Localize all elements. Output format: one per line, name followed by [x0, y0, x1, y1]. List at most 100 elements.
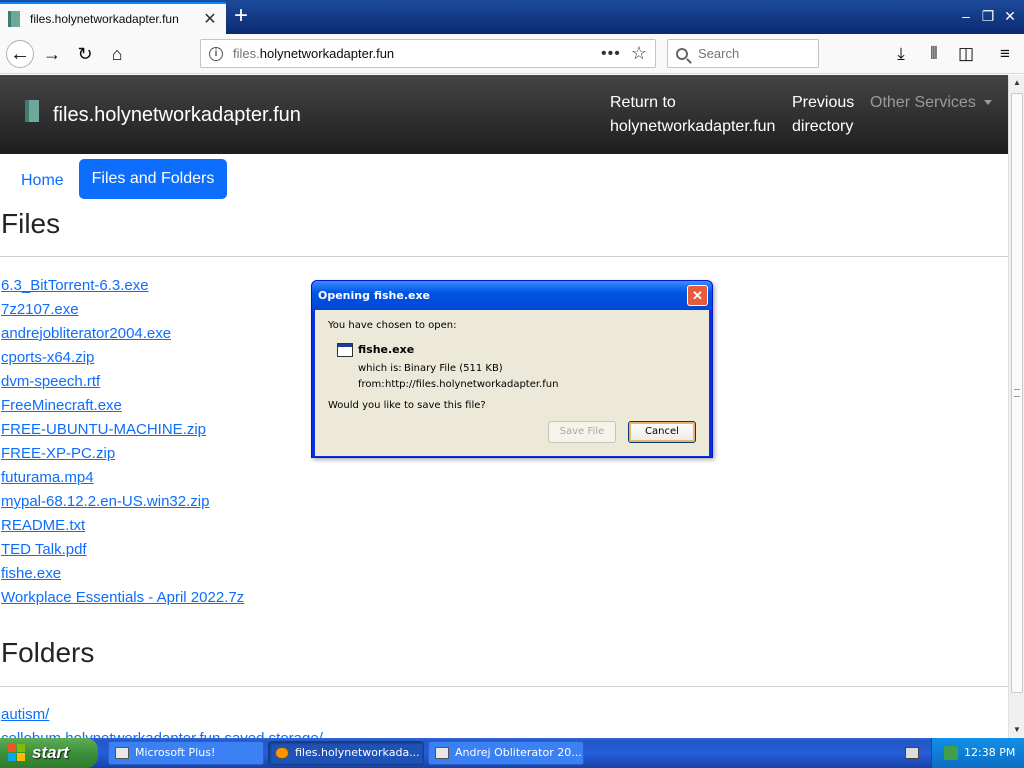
window-close-button[interactable]: ✕ — [1000, 6, 1020, 26]
scroll-grip-icon — [1014, 389, 1020, 397]
folder-link[interactable]: cellobum.holynetworkadapter.fun saved st… — [1, 730, 323, 738]
cancel-button[interactable]: Cancel — [628, 421, 696, 443]
app-window-icon — [115, 747, 129, 759]
sidebar-icon[interactable]: ◫ — [955, 43, 977, 65]
file-link[interactable]: README.txt — [1, 517, 85, 534]
divider — [0, 686, 1008, 687]
taskbar-item-microsoft-plus[interactable]: Microsoft Plus! — [108, 741, 264, 765]
file-link[interactable]: 7z2107.exe — [1, 301, 79, 318]
scroll-thumb[interactable] — [1011, 93, 1023, 693]
bookmark-star-icon[interactable]: ☆ — [631, 43, 647, 64]
taskbar-item-label: Andrej Obliterator 20... — [455, 746, 582, 759]
arrow-left-icon: ← — [10, 43, 30, 65]
new-tab-button[interactable]: + — [228, 2, 254, 32]
reload-icon: ↻ — [77, 44, 93, 64]
file-link[interactable]: Workplace Essentials - April 2022.7z — [1, 589, 244, 606]
save-file-button[interactable]: Save File — [548, 421, 616, 443]
scroll-up-arrow-icon[interactable]: ▲ — [1010, 75, 1024, 91]
dialog-title: Opening fishe.exe — [318, 289, 431, 302]
page-scrollbar[interactable]: ▲ ▼ — [1008, 75, 1024, 738]
page-actions-icon[interactable]: ••• — [601, 45, 621, 63]
app-window-icon — [435, 747, 449, 759]
scroll-down-arrow-icon[interactable]: ▼ — [1010, 722, 1024, 738]
keyboard-icon[interactable] — [905, 747, 919, 759]
nav-files-and-folders-tab[interactable]: Files and Folders — [79, 159, 227, 199]
taskbar-item-andrej-obliterator[interactable]: Andrej Obliterator 20... — [428, 741, 584, 765]
search-bar[interactable]: Search — [667, 39, 819, 68]
file-link[interactable]: FreeMinecraft.exe — [1, 397, 122, 414]
dialog-close-button[interactable]: ✕ — [687, 285, 708, 306]
file-link[interactable]: TED Talk.pdf — [1, 541, 87, 558]
info-icon[interactable]: i — [209, 46, 223, 61]
reload-button[interactable]: ↻ — [71, 40, 99, 68]
window-restore-button[interactable]: ❐ — [978, 6, 998, 26]
url-host: files. — [233, 46, 260, 61]
start-label: start — [32, 743, 69, 762]
source-url-value: http://files.holynetworkadapter.fun — [385, 379, 559, 390]
tab-close-icon[interactable]: ✕ — [202, 9, 218, 29]
previous-directory-link[interactable]: Previous directory — [792, 91, 854, 139]
return-link-line2: holynetworkadapter.fun — [610, 118, 776, 135]
nav-home-link[interactable]: Home — [21, 172, 64, 190]
taskbar-item-label: files.holynetworkada... — [295, 746, 420, 759]
executable-file-icon — [337, 343, 353, 357]
browser-tab[interactable]: files.holynetworkadapter.fun ✕ — [0, 2, 226, 34]
home-icon: ⌂ — [111, 44, 123, 64]
network-icon[interactable] — [944, 746, 958, 760]
windows-logo-icon — [8, 744, 26, 762]
return-link-line1: Return to — [610, 94, 676, 111]
firefox-icon — [275, 747, 289, 759]
dialog-titlebar[interactable]: Opening fishe.exe ✕ — [312, 281, 712, 310]
menu-icon[interactable]: ≡ — [994, 43, 1016, 65]
site-brand[interactable]: files.holynetworkadapter.fun — [53, 104, 301, 127]
site-header: files.holynetworkadapter.fun Return to h… — [0, 75, 1008, 154]
file-link[interactable]: andrejobliterator2004.exe — [1, 325, 171, 342]
files-heading: Files — [1, 208, 61, 239]
from-label: from: — [358, 379, 385, 390]
caret-down-icon — [983, 100, 992, 106]
navigation-toolbar: ← → ↻ ⌂ i files.holynetworkadapter.fun •… — [0, 34, 1024, 74]
library-icon[interactable]: ⫴ — [923, 43, 945, 65]
downloads-icon[interactable]: ⤓ — [890, 43, 912, 65]
download-dialog: Opening fishe.exe ✕ You have chosen to o… — [311, 280, 713, 458]
site-logo-icon — [25, 100, 39, 122]
arrow-right-icon: → — [43, 44, 61, 64]
file-type-value: Binary File (511 KB) — [404, 363, 503, 374]
other-services-dropdown[interactable]: Other Services — [870, 91, 992, 115]
window-minimize-button[interactable]: – — [956, 6, 976, 26]
file-link[interactable]: fishe.exe — [1, 565, 61, 582]
url-text[interactable]: files.holynetworkadapter.fun — [233, 46, 601, 61]
start-button[interactable]: start — [0, 738, 98, 768]
search-icon — [676, 47, 688, 60]
previous-link-line2: directory — [792, 118, 854, 135]
clock[interactable]: 12:38 PM — [964, 746, 1015, 759]
favicon-icon — [8, 11, 20, 27]
taskbar-item-browser[interactable]: files.holynetworkada... — [268, 741, 424, 765]
taskbar-item-label: Microsoft Plus! — [135, 746, 216, 759]
search-placeholder: Search — [698, 46, 740, 61]
url-domain: holynetworkadapter.fun — [259, 46, 395, 61]
file-link[interactable]: FREE-XP-PC.zip — [1, 445, 115, 462]
file-link[interactable]: futurama.mp4 — [1, 469, 94, 486]
file-link[interactable]: mypal-68.12.2.en-US.win32.zip — [1, 493, 209, 510]
file-link[interactable]: FREE-UBUNTU-MACHINE.zip — [1, 421, 206, 438]
forward-button[interactable]: → — [38, 40, 66, 68]
dialog-question: Would you like to save this file? — [328, 400, 486, 411]
dialog-filename: fishe.exe — [358, 343, 415, 356]
folders-heading: Folders — [1, 637, 95, 668]
taskbar: start Microsoft Plus! files.holynetworka… — [0, 738, 1024, 768]
previous-link-line1: Previous — [792, 94, 855, 111]
url-bar[interactable]: i files.holynetworkadapter.fun ••• ☆ — [200, 39, 656, 68]
file-link[interactable]: dvm-speech.rtf — [1, 373, 100, 390]
browser-tab-strip: files.holynetworkadapter.fun ✕ + – ❐ ✕ — [0, 0, 1024, 34]
file-link[interactable]: cports-x64.zip — [1, 349, 94, 366]
folder-link[interactable]: autism/ — [1, 706, 49, 723]
dialog-body: You have chosen to open: fishe.exe which… — [315, 310, 709, 456]
file-link[interactable]: 6.3_BitTorrent-6.3.exe — [1, 277, 149, 294]
return-home-link[interactable]: Return to holynetworkadapter.fun — [610, 91, 775, 139]
other-services-label: Other Services — [870, 94, 976, 111]
back-button[interactable]: ← — [6, 40, 34, 68]
home-button[interactable]: ⌂ — [103, 40, 131, 68]
divider — [0, 256, 1008, 257]
which-is-label: which is: — [358, 363, 402, 374]
